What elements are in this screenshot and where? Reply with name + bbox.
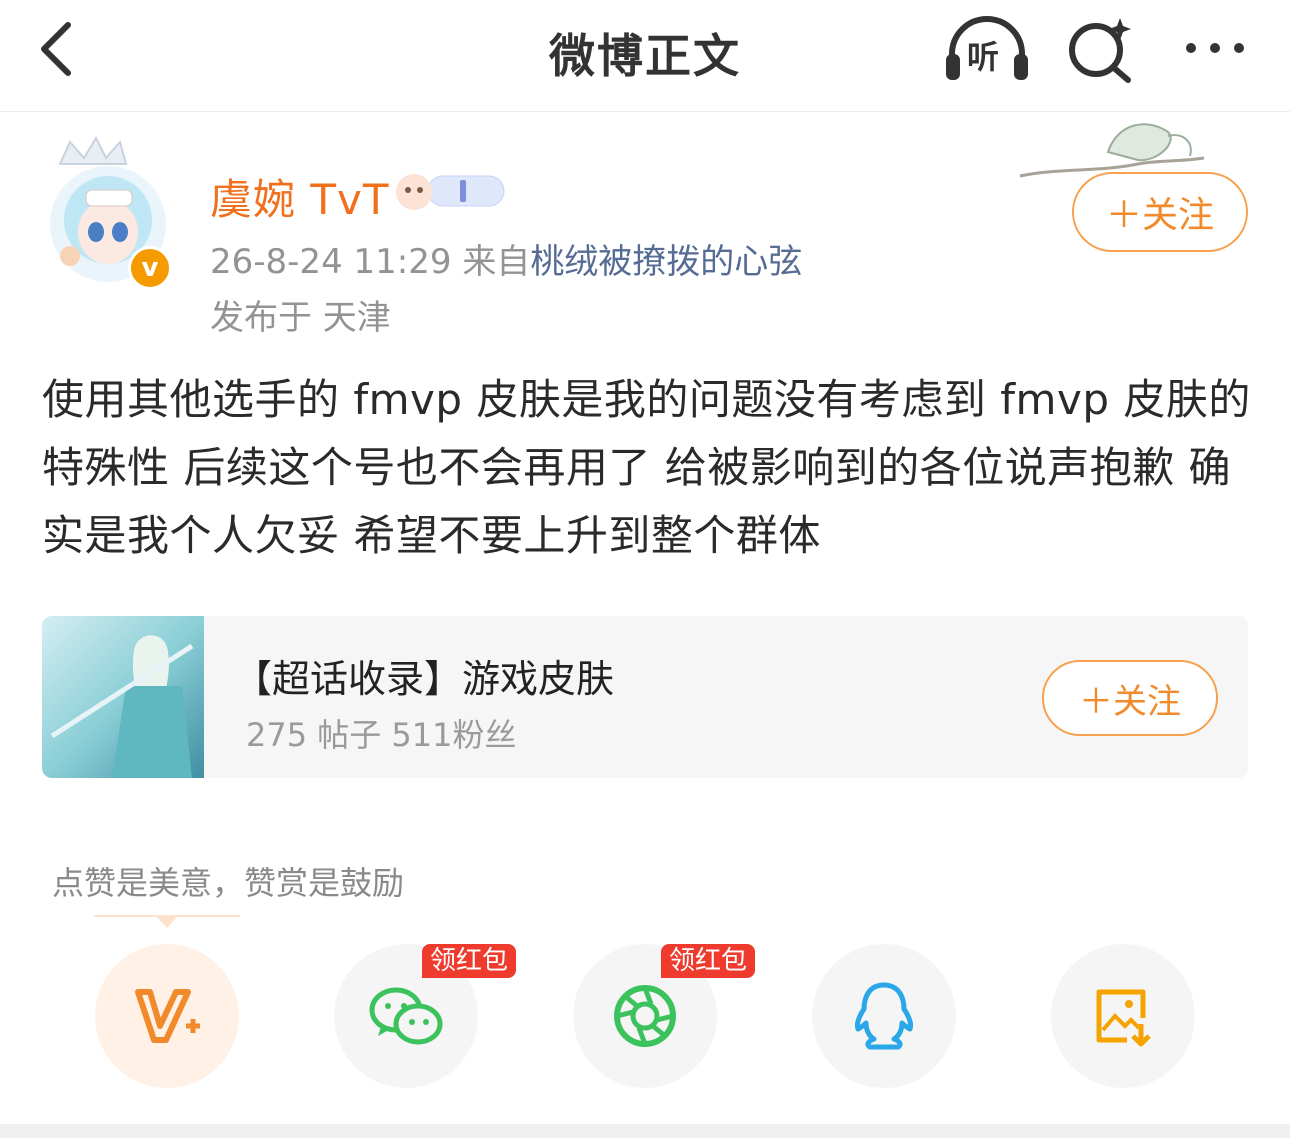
post-text: 使用其他选手的 fmvp 皮肤是我的问题没有考虑到 fmvp 皮肤的特殊性 后续… (42, 375, 1251, 560)
reward-pointer (94, 915, 240, 928)
topic-card[interactable]: 【超话收录】游戏皮肤 275 帖子 511粉丝 ＋关注 (42, 616, 1248, 778)
qq-icon (855, 982, 913, 1050)
listen-label: 听 (967, 38, 1000, 76)
redpack-badge-moments: 领红包 (661, 944, 756, 978)
moments-icon (614, 985, 676, 1047)
verified-badge-icon: v (128, 246, 172, 290)
top-navigation-bar: 微博正文 听 (0, 0, 1290, 112)
listen-button[interactable]: 听 (944, 14, 1030, 84)
share-qq-button[interactable] (812, 944, 956, 1088)
search-button[interactable] (1066, 14, 1136, 84)
save-image-button[interactable] (1051, 944, 1195, 1088)
member-badge-icon[interactable] (394, 168, 508, 214)
topic-stats: 275 帖子 511粉丝 (246, 716, 517, 754)
post-meta: 26-8-24 11:29 来自桃绒被撩拨的心弦 (210, 234, 802, 283)
more-dot-icon (1186, 43, 1196, 53)
vplus-icon (135, 989, 200, 1043)
topic-follow-button[interactable]: ＋关注 (1042, 660, 1218, 736)
redpack-badge-wechat: 领红包 (422, 944, 517, 978)
more-button[interactable] (1180, 28, 1250, 68)
topic-thumbnail (42, 616, 204, 778)
follow-button[interactable]: ＋关注 (1072, 172, 1248, 252)
save-image-icon (1096, 989, 1151, 1047)
author-name[interactable]: 虞婉 TvT (210, 166, 390, 227)
search-sparkle-icon (1069, 18, 1131, 83)
source-link[interactable]: 桃绒被撩拨的心弦 (530, 242, 802, 282)
super-like-button[interactable] (95, 944, 239, 1088)
more-dot-icon (1210, 43, 1220, 53)
source-prefix: 来自 (462, 242, 531, 282)
reward-hint: 点赞是美意，赞赏是鼓励 (52, 864, 405, 902)
post-location: 发布于 天津 (210, 298, 391, 338)
more-dot-icon (1234, 43, 1244, 53)
wechat-icon (369, 987, 443, 1045)
post-date: 26-8-24 11:29 (210, 242, 452, 282)
topic-title: 【超话收录】游戏皮肤 (234, 657, 615, 701)
bottom-divider (0, 1124, 1290, 1138)
